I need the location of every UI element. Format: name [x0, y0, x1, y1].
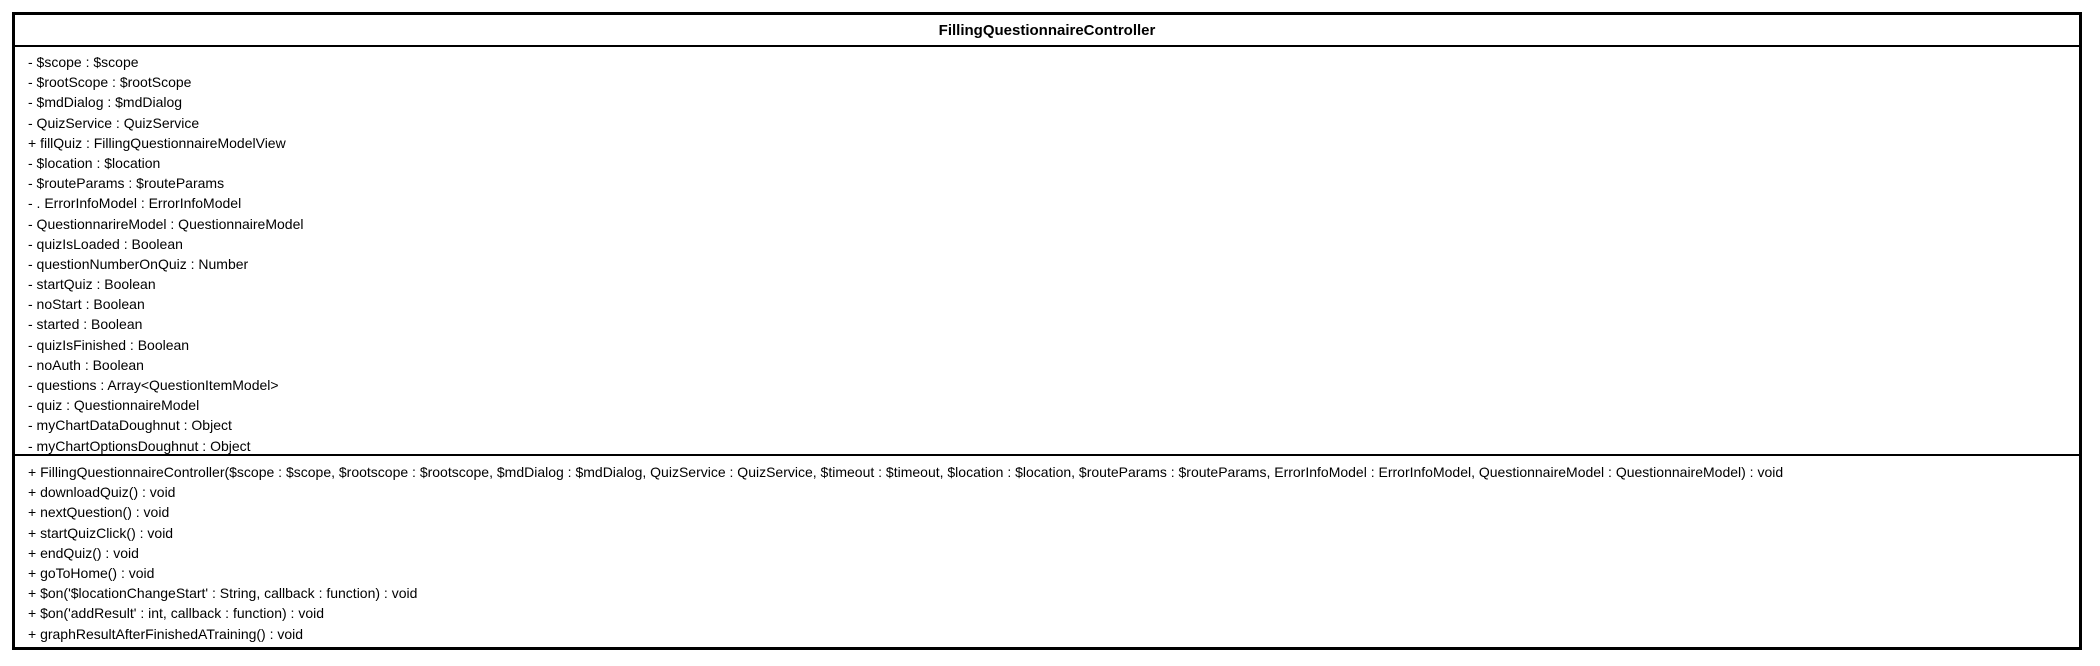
attribute: + fillQuiz : FillingQuestionnaireModelVi…: [28, 134, 286, 151]
attribute: - QuizService : QuizService: [28, 114, 200, 131]
attribute: - quiz : QuestionnaireModel: [28, 397, 200, 414]
operation: + FillingQuestionnaireController($scope …: [28, 464, 1784, 480]
attribute: - $scope : $scope: [28, 54, 139, 70]
operation: + graphResultAfterFinishedATraining() : …: [28, 625, 304, 642]
operation: + startQuizClick() : void: [28, 524, 174, 541]
class-name: FillingQuestionnaireController: [938, 21, 1156, 39]
attribute: - noStart : Boolean: [28, 296, 145, 313]
attribute: - quizIsFinished : Boolean: [28, 336, 190, 353]
attribute: - startQuiz : Boolean: [28, 276, 156, 293]
attribute: - $mdDialog : $mdDialog: [28, 94, 183, 111]
attribute: - quizIsLoaded : Boolean: [28, 235, 183, 252]
operation: + $on('addResult' : int, callback : func…: [28, 605, 325, 622]
attribute: - $routeParams : $routeParams: [28, 175, 225, 192]
attribute: - questions : Array<QuestionItemModel>: [28, 377, 279, 393]
attribute: - myChartDataDoughnut : Object: [28, 417, 232, 434]
attributes-compartment: - $scope : $scope - $rootScope : $rootSc…: [15, 47, 2079, 456]
attribute: - noAuth : Boolean: [28, 356, 144, 373]
operation: + endQuiz() : void: [28, 544, 139, 561]
attribute: - $rootScope : $rootScope: [28, 74, 192, 91]
attribute: - questionNumberOnQuiz : Number: [28, 255, 249, 272]
attribute: - QuestionnarireModel : QuestionnaireMod…: [28, 215, 304, 232]
operation: + goToHome() : void: [28, 564, 155, 581]
operation: + $on('$locationChangeStart' : String, c…: [28, 585, 418, 602]
attribute: - started : Boolean: [28, 316, 143, 333]
uml-class-box: FillingQuestionnaireController - $scope …: [12, 12, 2082, 650]
attribute: - . ErrorInfoModel : ErrorInfoModel: [28, 195, 242, 212]
attribute: - $location : $location: [28, 154, 161, 171]
operations-compartment: + FillingQuestionnaireController($scope …: [15, 456, 2079, 647]
operation: + nextQuestion() : void: [28, 504, 170, 521]
operation: + downloadQuiz() : void: [28, 484, 176, 501]
attribute: - myChartOptionsDoughnut : Object: [28, 437, 251, 454]
class-name-compartment: FillingQuestionnaireController: [15, 15, 2079, 47]
